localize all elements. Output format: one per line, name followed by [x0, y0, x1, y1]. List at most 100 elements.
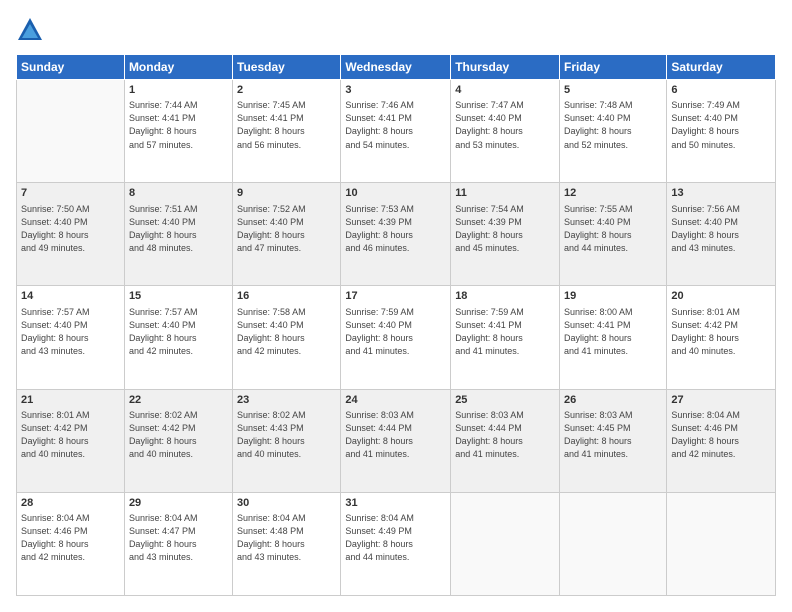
day-number: 5	[564, 83, 662, 98]
day-number: 18	[455, 289, 555, 304]
day-number: 15	[129, 289, 228, 304]
logo	[16, 16, 48, 44]
calendar-day	[451, 492, 560, 595]
day-info: Sunrise: 7:54 AMSunset: 4:39 PMDaylight:…	[455, 203, 555, 255]
header-monday: Monday	[124, 55, 232, 80]
calendar-day: 18 Sunrise: 7:59 AMSunset: 4:41 PMDayligh…	[451, 286, 560, 389]
day-number: 7	[21, 186, 120, 201]
header-wednesday: Wednesday	[341, 55, 451, 80]
calendar-day: 24Sunrise: 8:03 AMSunset: 4:44 PMDayligh…	[341, 389, 451, 492]
day-number: 25	[455, 393, 555, 408]
calendar-day: 14 Sunrise: 7:57 AMSunset: 4:40 PMDayligh…	[17, 286, 125, 389]
day-number: 11	[455, 186, 555, 201]
calendar-day: 19Sunrise: 8:00 AMSunset: 4:41 PMDayligh…	[560, 286, 667, 389]
day-number: 22	[129, 393, 228, 408]
day-info: Sunrise: 8:04 AMSunset: 4:49 PMDaylight:…	[345, 512, 446, 564]
day-info: Sunrise: 7:59 AMSunset: 4:41 PMDaylight:…	[455, 306, 555, 358]
calendar-day: 6Sunrise: 7:49 AMSunset: 4:40 PMDaylight…	[667, 80, 776, 183]
logo-icon	[16, 16, 44, 44]
calendar-day: 30Sunrise: 8:04 AMSunset: 4:48 PMDayligh…	[233, 492, 341, 595]
header-friday: Friday	[560, 55, 667, 80]
day-info: Sunrise: 8:01 AMSunset: 4:42 PMDaylight:…	[21, 409, 120, 461]
day-number: 4	[455, 83, 555, 98]
day-number: 6	[671, 83, 771, 98]
header-thursday: Thursday	[451, 55, 560, 80]
day-info: Sunrise: 8:04 AMSunset: 4:46 PMDaylight:…	[671, 409, 771, 461]
day-number: 16	[237, 289, 336, 304]
calendar-day: 12 Sunrise: 7:55 AMSunset: 4:40 PMDayligh…	[560, 183, 667, 286]
calendar-day: 15 Sunrise: 7:57 AMSunset: 4:40 PMDayligh…	[124, 286, 232, 389]
day-number: 23	[237, 393, 336, 408]
day-info: Sunrise: 7:56 AMSunset: 4:40 PMDaylight:…	[671, 203, 771, 255]
day-number: 2	[237, 83, 336, 98]
calendar-table: SundayMondayTuesdayWednesdayThursdayFrid…	[16, 54, 776, 596]
day-number: 10	[345, 186, 446, 201]
day-info: Sunrise: 7:46 AMSunset: 4:41 PMDaylight:…	[345, 99, 446, 151]
day-number: 31	[345, 496, 446, 511]
day-info: Sunrise: 7:50 AMSunset: 4:40 PMDaylight:…	[21, 203, 120, 255]
calendar-week-1: 1Sunrise: 7:44 AMSunset: 4:41 PMDaylight…	[17, 80, 776, 183]
day-number: 24	[345, 393, 446, 408]
calendar-day: 9Sunrise: 7:52 AMSunset: 4:40 PMDaylight…	[233, 183, 341, 286]
day-info: Sunrise: 7:48 AMSunset: 4:40 PMDaylight:…	[564, 99, 662, 151]
calendar-day: 3Sunrise: 7:46 AMSunset: 4:41 PMDaylight…	[341, 80, 451, 183]
day-number: 20	[671, 289, 771, 304]
day-info: Sunrise: 7:49 AMSunset: 4:40 PMDaylight:…	[671, 99, 771, 151]
day-number: 14	[21, 289, 120, 304]
header-saturday: Saturday	[667, 55, 776, 80]
calendar-header-row: SundayMondayTuesdayWednesdayThursdayFrid…	[17, 55, 776, 80]
day-number: 17	[345, 289, 446, 304]
page: SundayMondayTuesdayWednesdayThursdayFrid…	[0, 0, 792, 612]
day-number: 29	[129, 496, 228, 511]
calendar-day: 17 Sunrise: 7:59 AMSunset: 4:40 PMDayligh…	[341, 286, 451, 389]
calendar-week-2: 7 Sunrise: 7:50 AMSunset: 4:40 PMDaylight…	[17, 183, 776, 286]
day-info: Sunrise: 8:03 AMSunset: 4:44 PMDaylight:…	[345, 409, 446, 461]
day-number: 12	[564, 186, 662, 201]
calendar-day: 25Sunrise: 8:03 AMSunset: 4:44 PMDayligh…	[451, 389, 560, 492]
day-info: Sunrise: 8:04 AMSunset: 4:47 PMDaylight:…	[129, 512, 228, 564]
day-info: Sunrise: 8:04 AMSunset: 4:46 PMDaylight:…	[21, 512, 120, 564]
calendar-day: 7 Sunrise: 7:50 AMSunset: 4:40 PMDaylight…	[17, 183, 125, 286]
calendar-week-5: 28Sunrise: 8:04 AMSunset: 4:46 PMDayligh…	[17, 492, 776, 595]
day-number: 3	[345, 83, 446, 98]
calendar-day: 5Sunrise: 7:48 AMSunset: 4:40 PMDaylight…	[560, 80, 667, 183]
calendar-week-3: 14 Sunrise: 7:57 AMSunset: 4:40 PMDayligh…	[17, 286, 776, 389]
day-info: Sunrise: 7:55 AMSunset: 4:40 PMDaylight:…	[564, 203, 662, 255]
day-info: Sunrise: 7:57 AMSunset: 4:40 PMDaylight:…	[129, 306, 228, 358]
day-info: Sunrise: 7:45 AMSunset: 4:41 PMDaylight:…	[237, 99, 336, 151]
day-info: Sunrise: 8:02 AMSunset: 4:43 PMDaylight:…	[237, 409, 336, 461]
day-number: 28	[21, 496, 120, 511]
calendar-day	[560, 492, 667, 595]
calendar-day: 22Sunrise: 8:02 AMSunset: 4:42 PMDayligh…	[124, 389, 232, 492]
calendar-day: 8 Sunrise: 7:51 AMSunset: 4:40 PMDaylight…	[124, 183, 232, 286]
day-number: 19	[564, 289, 662, 304]
day-info: Sunrise: 7:47 AMSunset: 4:40 PMDaylight:…	[455, 99, 555, 151]
calendar-day	[17, 80, 125, 183]
calendar-day: 13Sunrise: 7:56 AMSunset: 4:40 PMDayligh…	[667, 183, 776, 286]
calendar-day: 26Sunrise: 8:03 AMSunset: 4:45 PMDayligh…	[560, 389, 667, 492]
calendar-day: 1Sunrise: 7:44 AMSunset: 4:41 PMDaylight…	[124, 80, 232, 183]
day-info: Sunrise: 7:51 AMSunset: 4:40 PMDaylight:…	[129, 203, 228, 255]
day-info: Sunrise: 7:53 AMSunset: 4:39 PMDaylight:…	[345, 203, 446, 255]
day-info: Sunrise: 7:58 AMSunset: 4:40 PMDaylight:…	[237, 306, 336, 358]
day-number: 1	[129, 83, 228, 98]
calendar-day: 10 Sunrise: 7:53 AMSunset: 4:39 PMDayligh…	[341, 183, 451, 286]
day-number: 30	[237, 496, 336, 511]
day-number: 8	[129, 186, 228, 201]
day-info: Sunrise: 7:52 AMSunset: 4:40 PMDaylight:…	[237, 203, 336, 255]
calendar-day: 21Sunrise: 8:01 AMSunset: 4:42 PMDayligh…	[17, 389, 125, 492]
day-number: 26	[564, 393, 662, 408]
day-info: Sunrise: 8:01 AMSunset: 4:42 PMDaylight:…	[671, 306, 771, 358]
day-info: Sunrise: 7:59 AMSunset: 4:40 PMDaylight:…	[345, 306, 446, 358]
calendar-day: 29Sunrise: 8:04 AMSunset: 4:47 PMDayligh…	[124, 492, 232, 595]
calendar-day	[667, 492, 776, 595]
header-tuesday: Tuesday	[233, 55, 341, 80]
header	[16, 16, 776, 44]
day-info: Sunrise: 8:02 AMSunset: 4:42 PMDaylight:…	[129, 409, 228, 461]
header-sunday: Sunday	[17, 55, 125, 80]
calendar-day: 2Sunrise: 7:45 AMSunset: 4:41 PMDaylight…	[233, 80, 341, 183]
calendar-day: 4Sunrise: 7:47 AMSunset: 4:40 PMDaylight…	[451, 80, 560, 183]
calendar-day: 16 Sunrise: 7:58 AMSunset: 4:40 PMDayligh…	[233, 286, 341, 389]
day-info: Sunrise: 7:44 AMSunset: 4:41 PMDaylight:…	[129, 99, 228, 151]
day-info: Sunrise: 7:57 AMSunset: 4:40 PMDaylight:…	[21, 306, 120, 358]
